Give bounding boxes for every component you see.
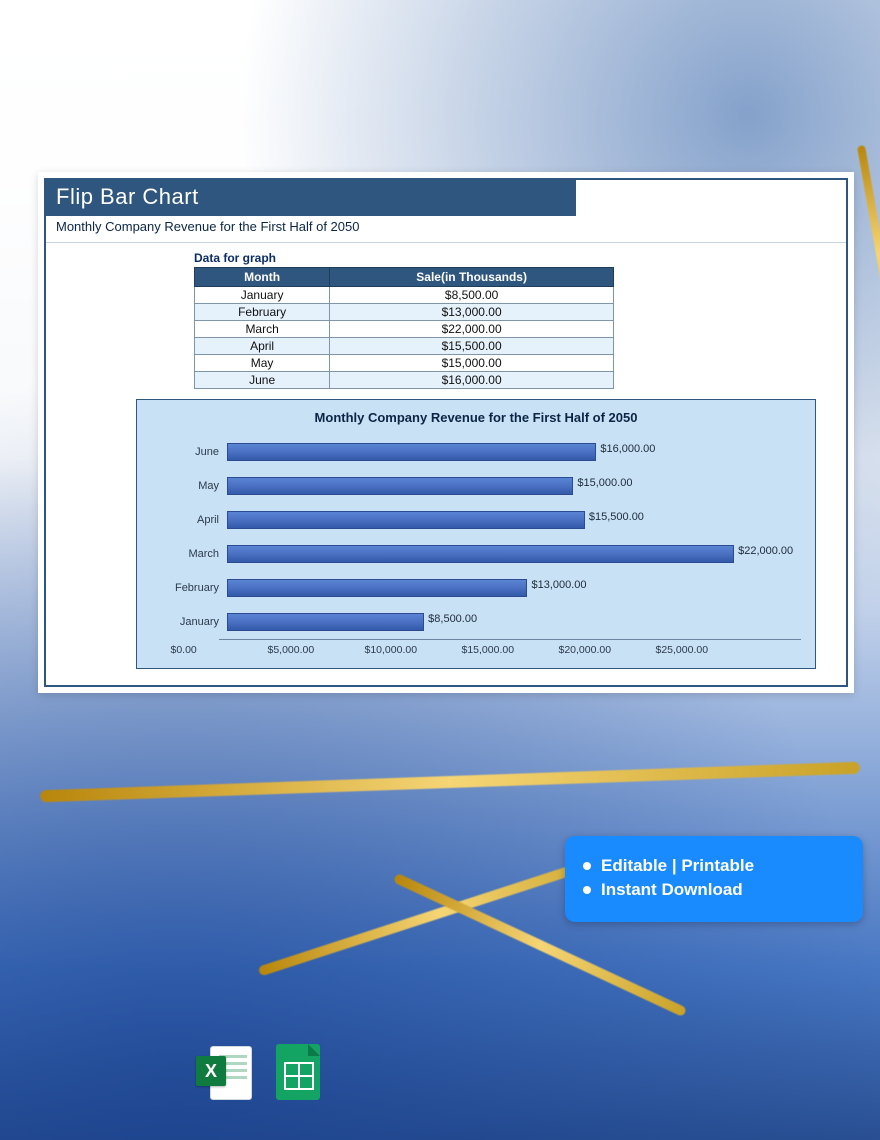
table-header-month: Month [195, 268, 330, 287]
bar-row: June $16,000.00 [151, 435, 801, 469]
bar-category-label: February [151, 582, 227, 594]
bar-track: $16,000.00 [227, 441, 801, 463]
google-sheets-icon [270, 1044, 326, 1100]
bar-value-label: $16,000.00 [594, 443, 655, 455]
bar-value-label: $8,500.00 [422, 613, 477, 625]
excel-icon: X [196, 1044, 252, 1100]
x-axis-tick: $5,000.00 [268, 644, 365, 656]
x-axis-tick: $0.00 [171, 644, 268, 656]
cell-sale: $8,500.00 [330, 287, 614, 304]
x-axis-tick: $15,000.00 [462, 644, 559, 656]
table-row: February$13,000.00 [195, 304, 614, 321]
bar-chart-panel: Monthly Company Revenue for the First Ha… [136, 399, 816, 669]
bar-value-label: $15,500.00 [583, 511, 644, 523]
feature-text: Editable | Printable [601, 856, 754, 876]
cell-month: February [195, 304, 330, 321]
data-table: Month Sale(in Thousands) January$8,500.0… [194, 267, 614, 389]
bar-category-label: May [151, 480, 227, 492]
bar-chart-title: Monthly Company Revenue for the First Ha… [151, 410, 801, 425]
bar-track: $15,000.00 [227, 475, 801, 497]
bar-fill [227, 443, 596, 461]
bar-category-label: June [151, 446, 227, 458]
chart-main-title: Flip Bar Chart [46, 180, 576, 216]
bar-track: $8,500.00 [227, 611, 801, 633]
x-axis-tick: $20,000.00 [559, 644, 656, 656]
bar-track: $22,000.00 [227, 543, 801, 565]
cell-month: January [195, 287, 330, 304]
table-row: March$22,000.00 [195, 321, 614, 338]
feature-text: Instant Download [601, 880, 743, 900]
table-row: April$15,500.00 [195, 338, 614, 355]
bar-value-label: $13,000.00 [525, 579, 586, 591]
bar-fill [227, 545, 734, 563]
bar-fill [227, 579, 527, 597]
bar-value-label: $15,000.00 [571, 477, 632, 489]
bullet-icon [583, 886, 591, 894]
bar-fill [227, 511, 585, 529]
bar-fill [227, 477, 573, 495]
table-row: May$15,000.00 [195, 355, 614, 372]
cell-sale: $22,000.00 [330, 321, 614, 338]
bar-value-label: $22,000.00 [732, 545, 793, 557]
template-preview-card: Flip Bar Chart Monthly Company Revenue f… [38, 172, 854, 693]
feature-line: Instant Download [583, 880, 845, 900]
cell-sale: $15,000.00 [330, 355, 614, 372]
bar-row: January $8,500.00 [151, 605, 801, 639]
bullet-icon [583, 862, 591, 870]
table-row: January$8,500.00 [195, 287, 614, 304]
feature-line: Editable | Printable [583, 856, 845, 876]
table-header-sale: Sale(in Thousands) [330, 268, 614, 287]
bar-row: May $15,000.00 [151, 469, 801, 503]
bar-category-label: January [151, 616, 227, 628]
x-axis-tick: $25,000.00 [656, 644, 753, 656]
cell-month: June [195, 372, 330, 389]
bar-track: $13,000.00 [227, 577, 801, 599]
data-table-label: Data for graph [194, 251, 846, 265]
table-row: June$16,000.00 [195, 372, 614, 389]
cell-sale: $15,500.00 [330, 338, 614, 355]
file-format-icons: X [196, 1044, 326, 1100]
excel-badge-letter: X [196, 1056, 226, 1086]
cell-sale: $13,000.00 [330, 304, 614, 321]
feature-callout: Editable | Printable Instant Download [565, 836, 863, 922]
bar-fill [227, 613, 424, 631]
bar-track: $15,500.00 [227, 509, 801, 531]
cell-month: April [195, 338, 330, 355]
bar-category-label: March [151, 548, 227, 560]
cell-month: May [195, 355, 330, 372]
cell-month: March [195, 321, 330, 338]
x-axis-tick: $10,000.00 [365, 644, 462, 656]
bar-row: March $22,000.00 [151, 537, 801, 571]
chart-subtitle: Monthly Company Revenue for the First Ha… [46, 216, 846, 243]
bar-row: April $15,500.00 [151, 503, 801, 537]
bar-row: February $13,000.00 [151, 571, 801, 605]
cell-sale: $16,000.00 [330, 372, 614, 389]
bar-category-label: April [151, 514, 227, 526]
